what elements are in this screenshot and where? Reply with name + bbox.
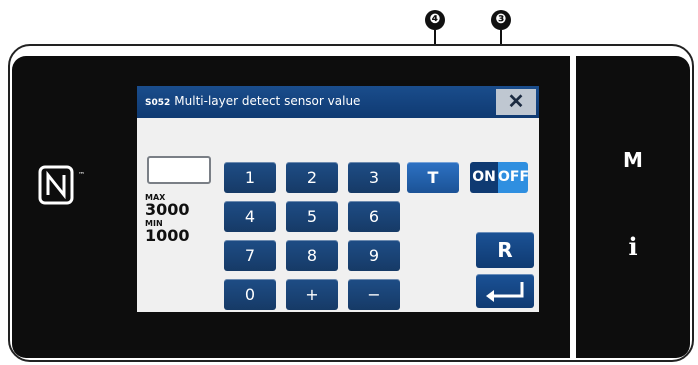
key-0[interactable]: 0 <box>224 279 276 310</box>
key-4[interactable]: 4 <box>224 201 276 232</box>
max-limit: MAX 3000 <box>145 194 190 218</box>
callout-3: ❸ <box>491 10 511 30</box>
sensor-value-dialog: S052 Multi-layer detect sensor value ✕ MA… <box>137 86 539 312</box>
minus-button[interactable]: − <box>348 279 400 310</box>
m-button[interactable]: M <box>576 148 690 172</box>
onoff-toggle[interactable]: ON OFF <box>470 162 528 193</box>
min-limit: MIN 1000 <box>145 220 190 244</box>
key-8[interactable]: 8 <box>286 240 338 271</box>
enter-icon <box>486 282 524 302</box>
min-value: 1000 <box>145 226 190 245</box>
close-button[interactable]: ✕ <box>496 89 536 115</box>
key-7[interactable]: 7 <box>224 240 276 271</box>
key-6[interactable]: 6 <box>348 201 400 232</box>
dialog-code: S052 <box>145 98 171 108</box>
plus-button[interactable]: + <box>286 279 338 310</box>
enter-button[interactable] <box>476 274 534 308</box>
key-3[interactable]: 3 <box>348 162 400 193</box>
t-button[interactable]: T <box>407 162 459 193</box>
r-button[interactable]: R <box>476 232 534 268</box>
key-1[interactable]: 1 <box>224 162 276 193</box>
key-2[interactable]: 2 <box>286 162 338 193</box>
side-screen <box>576 56 690 358</box>
dialog-title-text: Multi-layer detect sensor value <box>174 94 361 108</box>
close-icon: ✕ <box>507 91 525 113</box>
key-5[interactable]: 5 <box>286 201 338 232</box>
dialog-title: S052 Multi-layer detect sensor value <box>145 94 360 108</box>
off-label: OFF <box>498 162 528 193</box>
nfc-icon: ™ <box>38 165 85 205</box>
max-value: 3000 <box>145 200 190 219</box>
value-display <box>147 156 211 184</box>
info-button[interactable]: i <box>576 232 690 261</box>
key-9[interactable]: 9 <box>348 240 400 271</box>
dialog-titlebar: S052 Multi-layer detect sensor value ✕ <box>137 86 539 118</box>
callout-4: ❹ <box>425 10 445 30</box>
svg-text:™: ™ <box>78 171 85 179</box>
on-label: ON <box>470 162 498 193</box>
